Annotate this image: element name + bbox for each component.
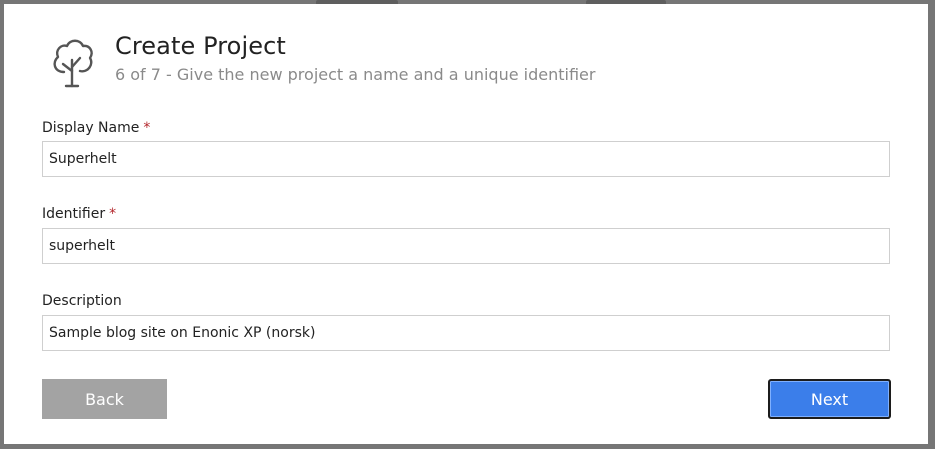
identifier-label-text: Identifier bbox=[42, 206, 106, 222]
description-input[interactable] bbox=[42, 315, 890, 351]
dialog-title: Create Project bbox=[115, 32, 286, 60]
create-project-dialog: Create Project 6 of 7 - Give the new pro… bbox=[4, 4, 928, 444]
display-name-label: Display Name * bbox=[42, 120, 150, 136]
identifier-label: Identifier * bbox=[42, 206, 116, 222]
identifier-input[interactable] bbox=[42, 228, 890, 264]
required-marker: * bbox=[143, 120, 151, 136]
dialog-subtitle: 6 of 7 - Give the new project a name and… bbox=[115, 65, 596, 84]
required-marker: * bbox=[109, 206, 117, 222]
next-button[interactable]: Next bbox=[768, 379, 891, 419]
dialog-header: Create Project 6 of 7 - Give the new pro… bbox=[4, 4, 928, 104]
display-name-input[interactable] bbox=[42, 141, 890, 177]
display-name-label-text: Display Name bbox=[42, 120, 140, 136]
project-tree-icon bbox=[50, 36, 96, 88]
back-button[interactable]: Back bbox=[42, 379, 167, 419]
description-label-text: Description bbox=[42, 293, 122, 309]
description-label: Description bbox=[42, 293, 122, 309]
